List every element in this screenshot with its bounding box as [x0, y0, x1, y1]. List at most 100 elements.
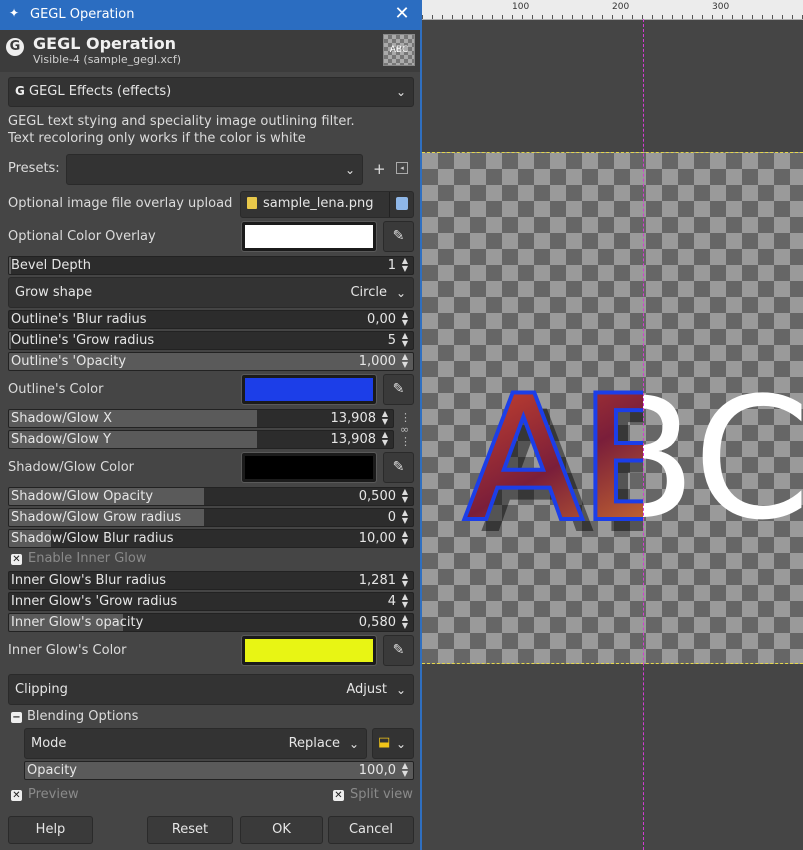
shadow-x-spinner[interactable]: Shadow/Glow X 13,908 ▲ ▼	[8, 409, 394, 428]
image-file-icon	[247, 197, 257, 209]
spin-arrows-icon[interactable]: ▲ ▼	[379, 431, 391, 448]
shadow-y-value: 13,908	[330, 432, 377, 447]
spin-arrows-icon[interactable]: ▲ ▼	[399, 614, 411, 631]
outline-blur-value: 0,00	[367, 312, 396, 327]
inner-glow-blur-value: 1,281	[358, 573, 396, 588]
bevel-depth-value: 1	[387, 258, 396, 273]
shadow-color-label: Shadow/Glow Color	[8, 460, 135, 475]
eyedropper-icon: ✎	[392, 381, 405, 397]
inner-glow-opacity-spinner[interactable]: Inner Glow's opacity 0,580 ▲ ▼	[8, 613, 414, 632]
color-overlay-label: Optional Color Overlay	[8, 229, 156, 244]
help-button[interactable]: Help	[8, 816, 93, 844]
dialog-title: GEGL Operation	[33, 34, 177, 53]
gegl-small-icon: G	[15, 84, 25, 98]
presets-label: Presets:	[8, 161, 60, 176]
chevron-down-icon: ⌄	[395, 85, 406, 99]
spin-arrows-icon[interactable]: ▲ ▼	[399, 572, 411, 589]
inner-glow-color-picker-button[interactable]: ✎	[383, 635, 414, 666]
outline-grow-spinner[interactable]: Outline's 'Grow radius 5 ▲ ▼	[8, 331, 414, 350]
window-title: GEGL Operation	[30, 7, 135, 22]
inner-glow-color-swatch[interactable]	[241, 635, 377, 666]
spin-arrows-icon[interactable]: ▲ ▼	[399, 488, 411, 505]
overlay-filename: sample_lena.png	[263, 196, 374, 211]
close-icon[interactable]: ✕	[392, 3, 412, 25]
spin-arrows-icon[interactable]: ▲ ▼	[399, 762, 411, 779]
canvas-text-render: ABC ABC ABC	[462, 357, 803, 571]
blend-mode-select[interactable]: Mode Replace ⌄	[24, 728, 367, 759]
add-preset-icon[interactable]: +	[373, 160, 386, 178]
blend-opacity-fill	[25, 762, 413, 779]
composite-mode-select[interactable]: ⬓ ⌄	[372, 728, 414, 759]
cancel-button[interactable]: Cancel	[328, 816, 414, 844]
shadow-blur-spinner[interactable]: Shadow/Glow Blur radius 10,00 ▲ ▼	[8, 529, 414, 548]
preview-checkbox[interactable]: ✕	[11, 790, 22, 801]
reset-button[interactable]: Reset	[147, 816, 233, 844]
grow-shape-select[interactable]: Grow shape Circle ⌄	[8, 277, 414, 308]
shadow-opacity-spinner[interactable]: Shadow/Glow Opacity 0,500 ▲ ▼	[8, 487, 414, 506]
shadow-color-picker-button[interactable]: ✎	[383, 452, 414, 483]
chevron-down-icon: ⌄	[395, 682, 406, 697]
shadow-y-spinner[interactable]: Shadow/Glow Y 13,908 ▲ ▼	[8, 430, 394, 449]
color-overlay-swatch[interactable]	[241, 221, 377, 252]
description-line-1: GEGL text stying and speciality image ou…	[8, 114, 355, 129]
composite-mode-icon: ⬓	[378, 735, 391, 750]
shadow-x-value: 13,908	[330, 411, 377, 426]
shadow-x-label: Shadow/Glow X	[11, 411, 112, 426]
overlay-file-chooser[interactable]: sample_lena.png	[240, 191, 414, 218]
spin-arrows-icon[interactable]: ▲ ▼	[399, 353, 411, 370]
eyedropper-icon: ✎	[392, 459, 405, 475]
inner-glow-grow-spinner[interactable]: Inner Glow's 'Grow radius 4 ▲ ▼	[8, 592, 414, 611]
description-line-2: Text recoloring only works if the color …	[8, 131, 306, 146]
outline-opacity-spinner[interactable]: Outline's 'Opacity 1,000 ▲ ▼	[8, 352, 414, 371]
color-picker-button[interactable]: ✎	[383, 221, 414, 252]
clipping-select[interactable]: Clipping Adjust ⌄	[8, 674, 414, 705]
shadow-color-swatch[interactable]	[241, 452, 377, 483]
title-bar[interactable]: ✦ GEGL Operation ✕	[0, 0, 420, 30]
layer-thumbnail: ABC	[383, 34, 415, 66]
eyedropper-icon: ✎	[392, 642, 405, 658]
chain-link-icon[interactable]: ⋮ ∞ ⋮	[400, 412, 411, 448]
outline-grow-value: 5	[387, 333, 396, 348]
split-view-checkbox[interactable]: ✕	[333, 790, 344, 801]
outline-opacity-label: Outline's 'Opacity	[11, 354, 127, 369]
spin-arrows-icon[interactable]: ▲ ▼	[399, 332, 411, 349]
preset-menu-icon[interactable]: ◂	[396, 162, 408, 174]
chevron-down-icon: ⌄	[344, 162, 355, 177]
outline-blur-spinner[interactable]: Outline's 'Blur radius 0,00 ▲ ▼	[8, 310, 414, 329]
shadow-blur-label: Shadow/Glow Blur radius	[11, 531, 174, 546]
enable-inner-glow-checkbox[interactable]: ✕	[11, 554, 22, 565]
shadow-grow-label: Shadow/Glow Grow radius	[11, 510, 182, 525]
spin-arrows-icon[interactable]: ▲ ▼	[399, 311, 411, 328]
spin-arrows-icon[interactable]: ▲ ▼	[379, 410, 391, 427]
outline-opacity-value: 1,000	[358, 354, 396, 369]
blending-options-expander[interactable]: −	[11, 712, 22, 723]
blend-opacity-spinner[interactable]: Opacity 100,0 ▲ ▼	[24, 761, 414, 780]
inner-glow-blur-label: Inner Glow's Blur radius	[11, 573, 166, 588]
shadow-grow-value: 0	[387, 510, 396, 525]
bevel-depth-spinner[interactable]: Bevel Depth 1 ▲ ▼	[8, 256, 414, 275]
spin-arrows-icon[interactable]: ▲ ▼	[399, 593, 411, 610]
inner-glow-blur-spinner[interactable]: Inner Glow's Blur radius 1,281 ▲ ▼	[8, 571, 414, 590]
spin-arrows-icon[interactable]: ▲ ▼	[399, 530, 411, 547]
outline-color-swatch[interactable]	[241, 374, 377, 405]
chevron-down-icon: ⌄	[395, 285, 406, 300]
bevel-depth-label: Bevel Depth	[11, 258, 91, 273]
grow-shape-value: Circle	[350, 285, 387, 300]
operation-label: GEGL Effects (effects)	[29, 84, 172, 99]
spin-arrows-icon[interactable]: ▲ ▼	[399, 257, 411, 274]
gegl-operation-dialog: ✦ GEGL Operation ✕ G GEGL Operation Visi…	[0, 0, 422, 850]
shadow-y-label: Shadow/Glow Y	[11, 432, 112, 447]
dialog-subtitle: Visible-4 (sample_gegl.xcf)	[33, 53, 181, 66]
split-view-guide[interactable]	[643, 19, 644, 850]
operation-select[interactable]: G GEGL Effects (effects) ⌄	[8, 77, 414, 107]
gegl-logo-icon: G	[6, 38, 24, 56]
image-canvas[interactable]: 100 200 300 ABC ABC ABC	[422, 0, 803, 850]
ok-button[interactable]: OK	[240, 816, 323, 844]
chevron-down-icon: ⌄	[348, 736, 359, 751]
outline-color-label: Outline's Color	[8, 382, 104, 397]
spin-arrows-icon[interactable]: ▲ ▼	[399, 509, 411, 526]
outline-color-picker-button[interactable]: ✎	[383, 374, 414, 405]
blend-mode-label: Mode	[31, 736, 67, 751]
presets-select[interactable]: ⌄	[66, 154, 363, 185]
shadow-grow-spinner[interactable]: Shadow/Glow Grow radius 0 ▲ ▼	[8, 508, 414, 527]
